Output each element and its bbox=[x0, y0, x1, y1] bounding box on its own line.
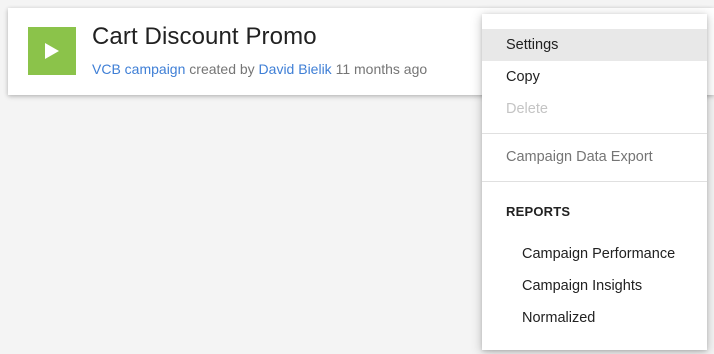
menu-item-campaign-performance[interactable]: Campaign Performance bbox=[482, 238, 707, 270]
reports-heading: REPORTS bbox=[506, 204, 571, 219]
campaign-context-menu: Settings Copy Delete Campaign Data Expor… bbox=[482, 14, 707, 350]
author-link[interactable]: David Bielik bbox=[259, 61, 332, 77]
menu-divider bbox=[482, 133, 707, 134]
campaign-meta: VCB campaign created by David Bielik 11 … bbox=[92, 61, 427, 77]
menu-item-campaign-data-export[interactable]: Campaign Data Export bbox=[482, 141, 707, 173]
created-by-text: created by bbox=[189, 61, 255, 77]
menu-item-copy[interactable]: Copy bbox=[482, 61, 707, 93]
menu-item-settings[interactable]: Settings bbox=[482, 29, 707, 61]
campaign-age: 11 months ago bbox=[335, 61, 428, 77]
campaign-title: Cart Discount Promo bbox=[92, 23, 317, 50]
menu-item-normalized[interactable]: Normalized bbox=[482, 302, 707, 334]
play-icon bbox=[45, 43, 59, 59]
menu-item-delete: Delete bbox=[506, 101, 548, 117]
menu-item-campaign-insights[interactable]: Campaign Insights bbox=[482, 270, 707, 302]
menu-divider bbox=[482, 181, 707, 182]
play-button[interactable] bbox=[28, 27, 76, 75]
campaign-type-link[interactable]: VCB campaign bbox=[92, 61, 185, 77]
